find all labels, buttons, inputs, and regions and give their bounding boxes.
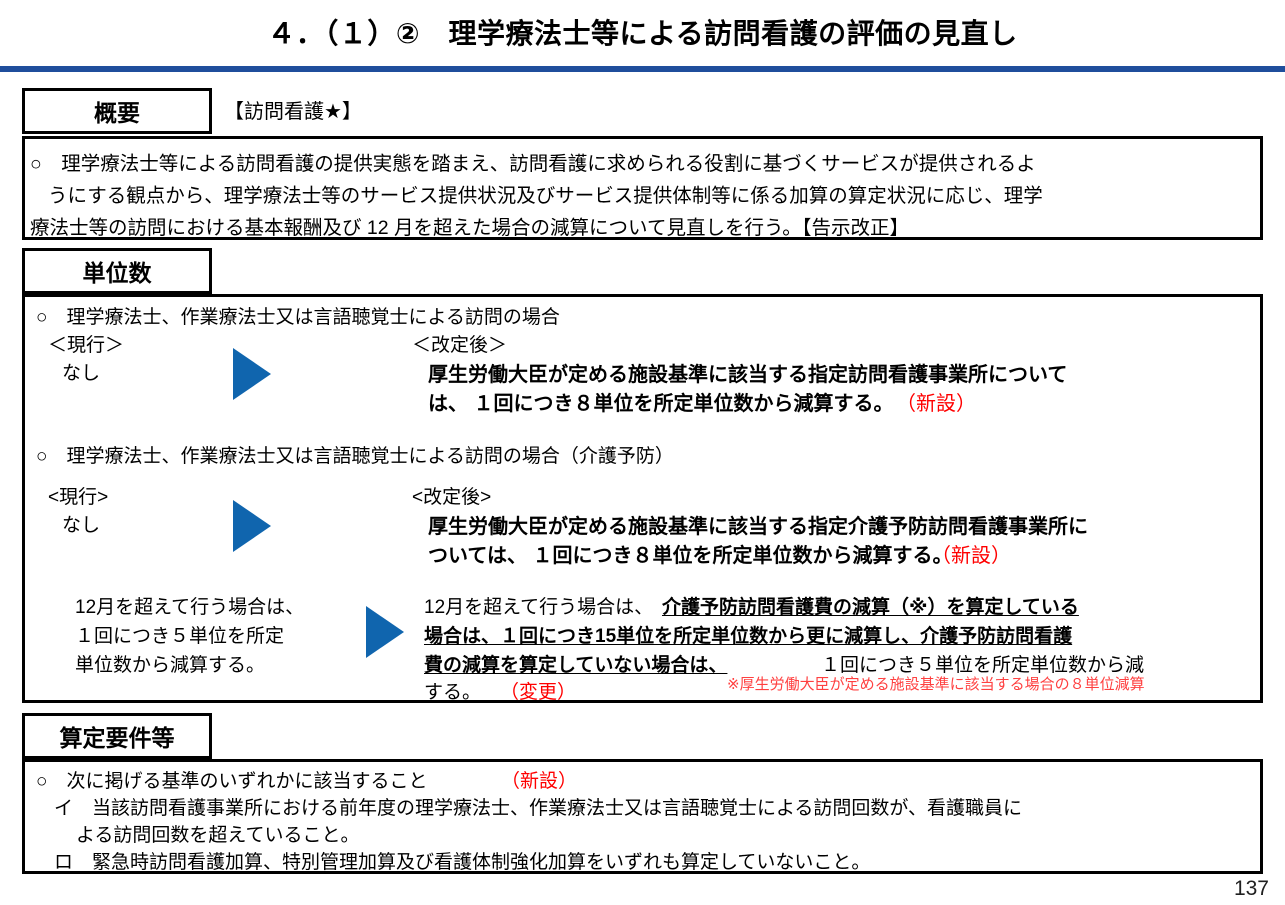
units-block3-revised-bold1: 介護予防訪問看護費の減算（※）を算定している bbox=[662, 597, 1079, 618]
units-block3-footnote: ※厚生労働大臣が定める施設基準に該当する場合の８単位減算 bbox=[727, 676, 1145, 693]
units-block2-revised-label: <改定後> bbox=[412, 487, 492, 508]
requirements-line-2b: よる訪問回数を超えていること。 bbox=[76, 825, 360, 846]
units-block3-revised-tag: （変更） bbox=[500, 682, 577, 703]
revision-arrow-icon-1 bbox=[233, 348, 271, 400]
units-block2-revised-line2: ついては、 １回につき８単位を所定単位数から減算する。 bbox=[428, 545, 953, 567]
overview-header-label: 【訪問看護★】 bbox=[224, 101, 362, 123]
units-block3-current-line2: １回につき５単位を所定 bbox=[75, 626, 285, 647]
requirements-line-3: ロ 緊急時訪問看護加算、特別管理加算及び看護体制強化加算をいずれも算定していない… bbox=[54, 852, 871, 873]
units-block2-current-label: <現行> bbox=[48, 487, 109, 508]
units-block2-current-value: なし bbox=[62, 515, 101, 536]
units-block3-revised-bold2: 場合は、１回につき15単位を所定単位数から更に減算し、介護予防訪問看護 bbox=[424, 626, 1073, 647]
requirements-line-1-tag: （新設） bbox=[501, 771, 578, 792]
units-block1-revised-label: ＜改定後＞ bbox=[412, 335, 508, 356]
units-block1-revised-tag: （新設） bbox=[896, 393, 976, 415]
units-block1-revised-line2: は、 １回につき８単位を所定単位数から減算する。 bbox=[428, 393, 894, 415]
section-tab-units: 単位数 bbox=[22, 248, 212, 294]
units-block3-current-line3: 単位数から減算する。 bbox=[75, 655, 266, 676]
requirements-line-1: ○ 次に掲げる基準のいずれかに該当すること bbox=[36, 771, 428, 792]
units-block3-revised-prefix: 12月を超えて行う場合は、 bbox=[424, 597, 654, 618]
page-number: 137 bbox=[1233, 877, 1269, 900]
units-block3-revised-tail2: する。 bbox=[424, 682, 482, 703]
overview-body-line-1: ○ 理学療法士等による訪問看護の提供実態を踏まえ、訪問看護に求められる役割に基づ… bbox=[30, 153, 1036, 175]
section-tab-overview-label: 概要 bbox=[94, 100, 140, 126]
title-divider bbox=[0, 66, 1285, 72]
section-tab-requirements-label: 算定要件等 bbox=[59, 725, 175, 751]
overview-body: ○ 理学療法士等による訪問看護の提供実態を踏まえ、訪問看護に求められる役割に基づ… bbox=[30, 148, 1245, 244]
section-tab-units-label: 単位数 bbox=[82, 260, 152, 286]
units-block1-revised-line1: 厚生労働大臣が定める施設基準に該当する指定訪問看護事業所について bbox=[428, 364, 1068, 386]
section-tab-requirements: 算定要件等 bbox=[22, 713, 212, 759]
units-block2-revised-tag: （新設） bbox=[931, 545, 1011, 567]
section-tab-overview: 概要 bbox=[22, 88, 212, 134]
units-block3-current-line1: 12月を超えて行う場合は、 bbox=[75, 597, 305, 618]
page-title: ４．（１）② 理学療法士等による訪問看護の評価の見直し bbox=[267, 18, 1018, 49]
overview-body-line-3: 療法士等の訪問における基本報酬及び 12 月を超えた場合の減算について見直しを行… bbox=[30, 217, 910, 239]
units-block3-revised-bold3: 費の減算を算定していない場合は、 bbox=[424, 655, 728, 676]
units-block1-heading: ○ 理学療法士、作業療法士又は言語聴覚士による訪問の場合 bbox=[36, 307, 560, 328]
revision-arrow-icon-2 bbox=[233, 500, 271, 552]
units-block2-heading: ○ 理学療法士、作業療法士又は言語聴覚士による訪問の場合（介護予防） bbox=[36, 446, 674, 467]
requirements-line-2a: イ 当該訪問看護事業所における前年度の理学療法士、作業療法士又は言語聴覚士による… bbox=[54, 798, 1023, 819]
overview-body-line-2: うにする観点から、理学療法士等のサービス提供状況及びサービス提供体制等に係る加算… bbox=[48, 185, 1043, 207]
units-block1-current-value: なし bbox=[62, 363, 101, 384]
units-block2-revised-line1: 厚生労働大臣が定める施設基準に該当する指定介護予防訪問看護事業所に bbox=[428, 516, 1088, 538]
revision-arrow-icon-3 bbox=[366, 606, 404, 658]
units-block1-current-label: ＜現行＞ bbox=[48, 335, 125, 356]
